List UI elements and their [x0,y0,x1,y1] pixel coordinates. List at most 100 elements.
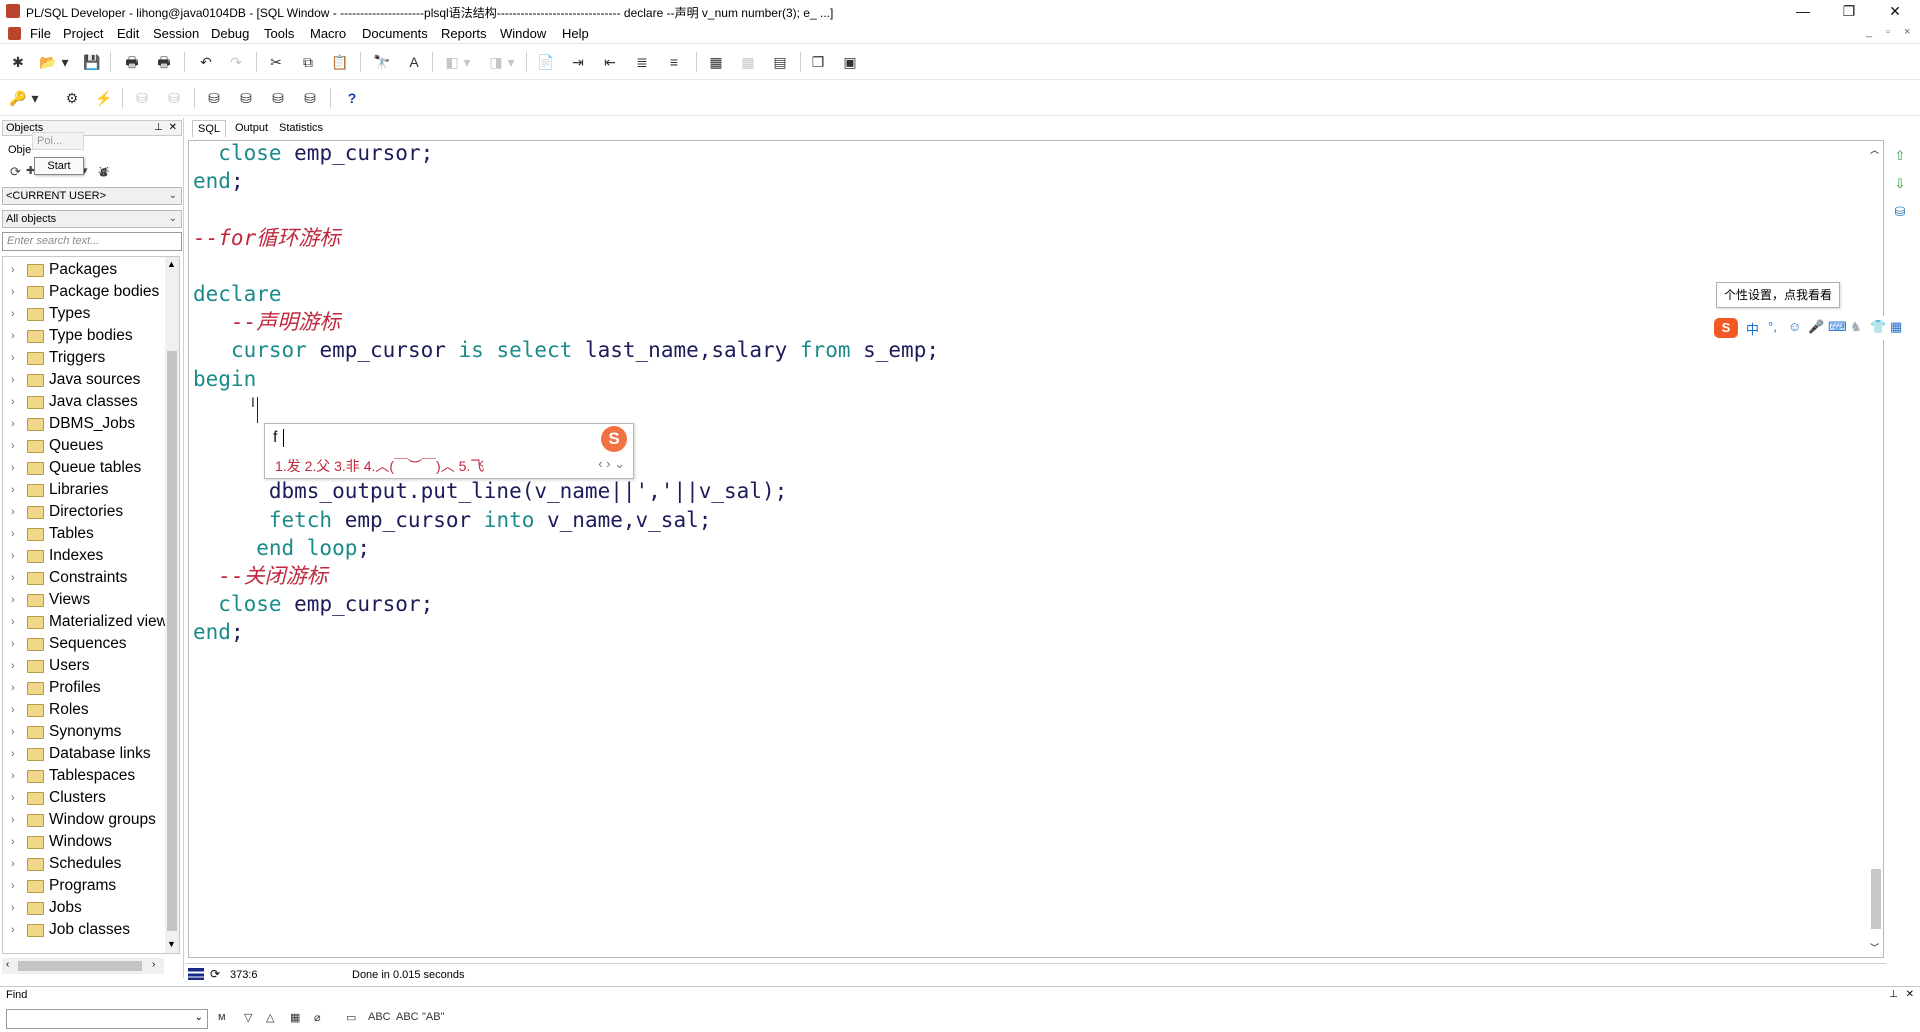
beautify-icon[interactable]: ▤ [770,52,790,72]
cascade-icon[interactable]: ❐ [808,52,828,72]
highlight-icon[interactable]: ▦ [290,1011,300,1024]
tree-item[interactable]: › Java classes [3,391,173,413]
unindent-icon[interactable]: ⇤ [600,52,620,72]
expand-arrow-icon[interactable]: › [11,853,15,875]
regex-icon[interactable]: "AB" [422,1011,444,1023]
menu-reports[interactable]: Reports [441,26,487,41]
tree-item[interactable]: › Synonyms [3,721,173,743]
tree-item[interactable]: › Profiles [3,677,173,699]
cut-icon[interactable]: ✂ [266,52,286,72]
query-builder-icon[interactable]: ▦ [706,52,726,72]
scroll-down-icon[interactable]: ▼ [167,939,176,949]
tree-item[interactable]: › Windows [3,831,173,853]
scroll-down-icon[interactable]: ﹀ [1870,941,1879,954]
tree-item[interactable]: › Constraints [3,567,173,589]
expand-arrow-icon[interactable]: › [11,633,15,655]
tree-item[interactable]: › Libraries [3,479,173,501]
expand-arrow-icon[interactable]: › [11,391,15,413]
expand-arrow-icon[interactable]: › [11,919,15,941]
tree-item[interactable]: › Triggers [3,347,173,369]
tree-item[interactable]: › Tables [3,523,173,545]
tree-item[interactable]: › Job classes [3,919,173,941]
save-icon[interactable]: 💾 [82,52,102,72]
expand-arrow-icon[interactable]: › [11,897,15,919]
tree-item[interactable]: › Materialized view [3,611,173,633]
maximize-button[interactable]: ❐ [1826,0,1872,22]
find-previous-icon[interactable]: △ [266,1011,274,1024]
mdi-window-icon[interactable] [8,27,21,40]
redo-icon[interactable]: ↷ [226,52,246,72]
replace-icon[interactable]: A [404,52,424,72]
tree-item[interactable]: › Tablespaces [3,765,173,787]
find-icon[interactable]: 🔭 [372,52,392,72]
rollback-icon[interactable]: ⛁ [164,88,184,108]
tree-item[interactable]: › Package bodies [3,281,173,303]
tree-item[interactable]: › Views [3,589,173,611]
whole-word-icon[interactable]: ABC [396,1011,419,1023]
panel-close-icon[interactable]: ✕ [169,121,177,135]
menu-help[interactable]: Help [562,26,589,41]
indent-icon[interactable]: ⇥ [568,52,588,72]
refresh-icon[interactable]: ⟳ [10,164,21,180]
tree-item[interactable]: › Schedules [3,853,173,875]
tree-item[interactable]: › Window groups [3,809,173,831]
scroll-up-icon[interactable]: ︿ [1870,143,1879,156]
tree-item[interactable]: › Roles [3,699,173,721]
minimize-button[interactable]: — [1780,0,1826,22]
expand-arrow-icon[interactable]: › [11,765,15,787]
editor-vertical-scrollbar[interactable]: ︿ ﹀ [1867,141,1883,957]
expand-arrow-icon[interactable]: › [11,743,15,765]
mdi-restore-button[interactable]: ▫ [1886,26,1890,38]
expand-arrow-icon[interactable]: › [11,369,15,391]
commit-icon[interactable]: ⛁ [132,88,152,108]
tree-vertical-scrollbar[interactable]: ▲ ▼ [165,257,179,953]
selection-icon[interactable]: ▭ [346,1011,356,1024]
expand-arrow-icon[interactable]: › [11,281,15,303]
sql-editor[interactable]: close emp_cursor; end; --for循环游标 declare --… [188,140,1884,958]
log-on-icon[interactable]: ⛁ [268,88,288,108]
tree-item[interactable]: › Indexes [3,545,173,567]
filter-icon[interactable]: ⛇ [98,164,109,180]
tree-item[interactable]: › Packages [3,259,173,281]
tab-statistics[interactable]: Statistics [274,120,328,137]
help-icon[interactable]: ? [342,88,362,108]
key-dropdown-icon[interactable]: ▾ [30,88,40,108]
scroll-right-icon[interactable]: › [152,959,155,970]
break-icon[interactable]: ⚡ [94,88,114,108]
tree-item[interactable]: › Clusters [3,787,173,809]
expand-arrow-icon[interactable]: › [11,655,15,677]
connect-icon[interactable]: ⛁ [204,88,224,108]
expand-arrow-icon[interactable]: › [11,611,15,633]
mdi-minimize-button[interactable]: _ [1866,26,1872,38]
binoculars-icon[interactable]: ᴍ [218,1011,226,1023]
microphone-icon[interactable]: 🎤 [1808,319,1824,335]
expand-arrow-icon[interactable]: › [11,523,15,545]
database-icon[interactable]: ⛁ [236,88,256,108]
expand-arrow-icon[interactable]: › [11,303,15,325]
expand-arrow-icon[interactable]: › [11,875,15,897]
expand-arrow-icon[interactable]: › [11,435,15,457]
expand-arrow-icon[interactable]: › [11,589,15,611]
menu-debug[interactable]: Debug [211,26,249,41]
tree-item[interactable]: › Jobs [3,897,173,919]
comment-icon[interactable]: ≣ [632,52,652,72]
arrow-up-icon[interactable]: ⇧ [1892,148,1908,164]
open-folder-icon[interactable]: 📂 [38,52,58,72]
keyboard-icon[interactable]: ⌨ [1828,319,1847,335]
menu-tools[interactable]: Tools [264,26,294,41]
close-button[interactable]: ✕ [1872,0,1918,22]
forward-dropdown-icon[interactable]: ▾ [506,52,516,72]
expand-arrow-icon[interactable]: › [11,413,15,435]
scroll-left-icon[interactable]: ‹ [6,959,9,970]
expand-arrow-icon[interactable]: › [11,545,15,567]
toolbox-icon[interactable]: ▦ [1890,319,1902,335]
object-filter-combo[interactable]: All objects ⌄ [2,210,182,228]
paste-icon[interactable]: 📋 [330,52,350,72]
expand-arrow-icon[interactable]: › [11,809,15,831]
copy-icon[interactable]: ⧉ [298,52,318,72]
menu-window[interactable]: Window [500,26,546,41]
chinese-mode-icon[interactable]: 中 [1746,319,1759,338]
clear-icon[interactable]: ⌀ [314,1011,321,1024]
menu-edit[interactable]: Edit [117,26,139,41]
objects-tab[interactable]: Obje [8,144,31,156]
